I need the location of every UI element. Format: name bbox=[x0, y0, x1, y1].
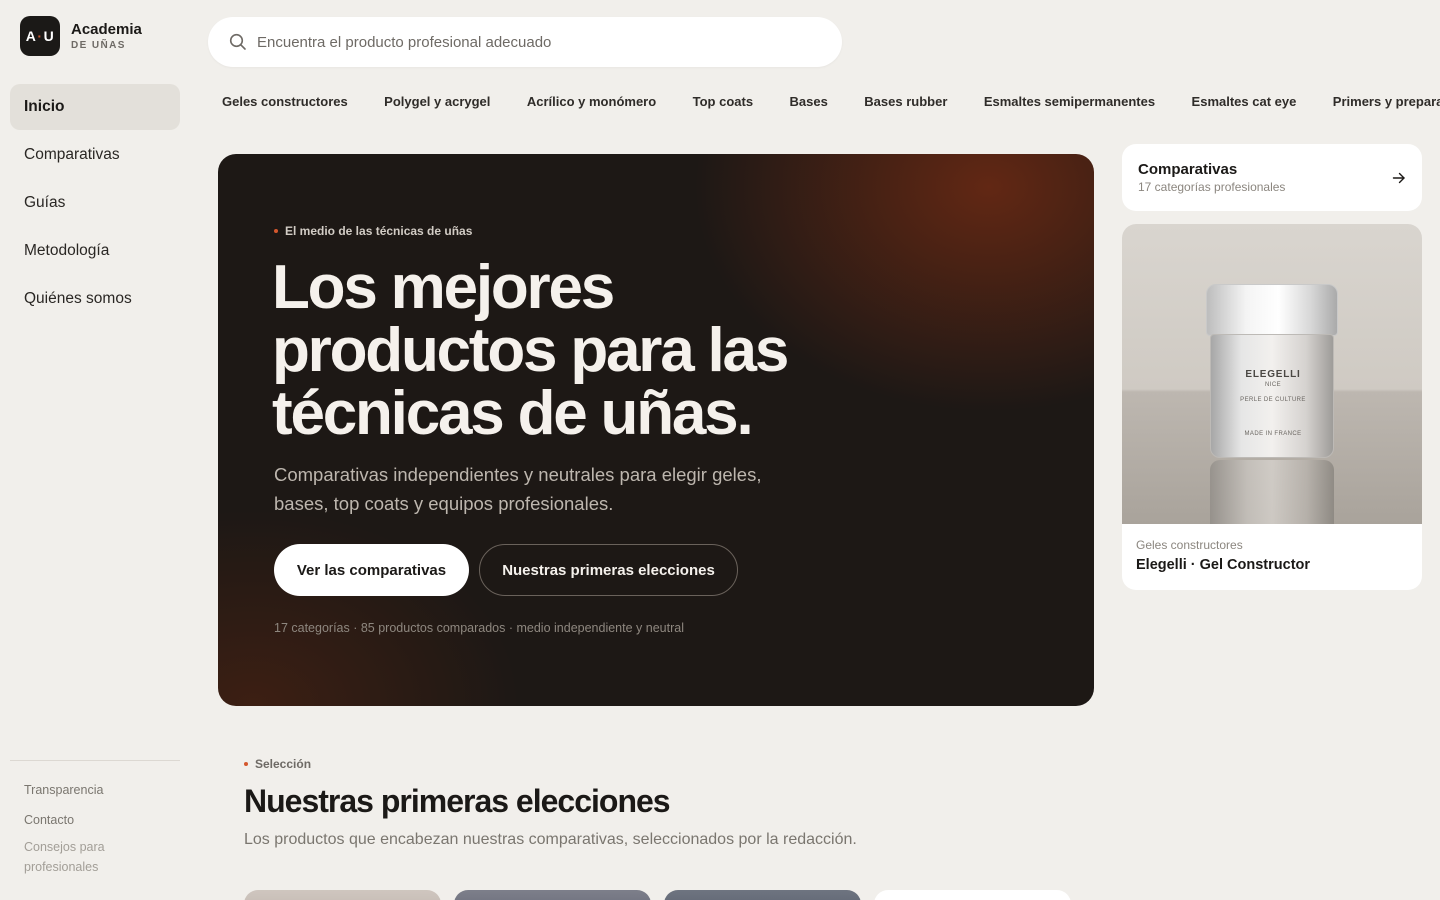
brand-text: Academia DE UÑAS bbox=[71, 21, 142, 52]
selection-card-1[interactable] bbox=[244, 890, 441, 900]
product-name: Elegelli · Gel Constructor bbox=[1136, 557, 1311, 573]
comparisons-card-title: Comparativas bbox=[1138, 161, 1238, 178]
hero-banner: El medio de las técnicas de uñas Los mej… bbox=[218, 154, 1094, 706]
product-image: ELEGELLI NICE PERLE DE CULTURE MADE IN F… bbox=[1122, 224, 1422, 524]
category-bases-rubber[interactable]: Bases rubber bbox=[848, 86, 963, 117]
jar-label-line-1: PERLE DE CULTURE bbox=[1240, 397, 1306, 403]
top-picks-button[interactable]: Nuestras primeras elecciones bbox=[479, 544, 738, 596]
brand-subtitle: DE UÑAS bbox=[71, 39, 126, 51]
view-comparisons-button[interactable]: Ver las comparativas bbox=[274, 544, 469, 596]
hero-title: Los mejores productos para las técnicas … bbox=[272, 253, 789, 448]
category-geles-constructores[interactable]: Geles constructores bbox=[206, 86, 364, 117]
selection-card-2[interactable] bbox=[454, 890, 651, 900]
sidebar: A · U Academia DE UÑAS Inicio Comparativas… bbox=[0, 0, 190, 900]
jar-reflection bbox=[1210, 460, 1334, 524]
selection-eyebrow: Selección bbox=[244, 757, 311, 771]
product-category: Geles constructores bbox=[1136, 538, 1243, 552]
selection-cards bbox=[244, 890, 1071, 900]
jar-lid bbox=[1206, 284, 1338, 336]
hero-subtitle: Comparativas independientes y neutrales … bbox=[274, 464, 762, 514]
category-bases[interactable]: Bases bbox=[774, 86, 844, 117]
nav-item-metodologia[interactable]: Metodología bbox=[10, 228, 180, 274]
brand-logo: A · U bbox=[20, 16, 60, 56]
nav-item-comparativas[interactable]: Comparativas bbox=[10, 132, 180, 178]
comparisons-card[interactable]: Comparativas 17 categorías profesionales bbox=[1122, 144, 1422, 211]
product-info: Geles constructores Elegelli · Gel Const… bbox=[1122, 524, 1422, 587]
nav-item-inicio[interactable]: Inicio bbox=[10, 84, 180, 130]
logo-letter-a: A bbox=[25, 28, 37, 44]
footer-link-consejos[interactable]: Consejos para profesionales bbox=[10, 837, 180, 877]
brand[interactable]: A · U Academia DE UÑAS bbox=[20, 16, 142, 56]
footer-link-transparencia[interactable]: Transparencia bbox=[10, 783, 180, 797]
category-esmaltes-cat-eye[interactable]: Esmaltes cat eye bbox=[1176, 86, 1313, 117]
search-input[interactable] bbox=[257, 33, 797, 51]
category-acrilico[interactable]: Acrílico y monómero bbox=[511, 86, 672, 117]
search-bar[interactable] bbox=[208, 17, 842, 67]
category-esmaltes-semipermanentes[interactable]: Esmaltes semipermanentes bbox=[968, 86, 1171, 117]
hero-meta: 17 categorías · 85 productos comparados … bbox=[274, 621, 684, 635]
selection-subtitle: Los productos que encabezan nuestras com… bbox=[244, 831, 857, 848]
hero-eyebrow: El medio de las técnicas de uñas bbox=[274, 224, 472, 238]
nav-item-quienes-somos[interactable]: Quiénes somos bbox=[10, 276, 180, 322]
footer-link-contacto[interactable]: Contacto bbox=[10, 813, 180, 827]
category-polygel[interactable]: Polygel y acrygel bbox=[368, 86, 506, 117]
jar-body: ELEGELLI NICE PERLE DE CULTURE MADE IN F… bbox=[1210, 334, 1334, 458]
jar-sub-label: NICE bbox=[1265, 382, 1281, 388]
featured-product-card[interactable]: ELEGELLI NICE PERLE DE CULTURE MADE IN F… bbox=[1122, 224, 1422, 590]
search-icon bbox=[229, 33, 246, 50]
selection-card-3[interactable] bbox=[664, 890, 861, 900]
arrow-right-icon bbox=[1392, 172, 1405, 184]
logo-dot: · bbox=[37, 28, 43, 44]
jar-label-line-2: MADE IN FRANCE bbox=[1244, 431, 1302, 437]
logo-letter-u: U bbox=[43, 28, 55, 44]
nav-item-guias[interactable]: Guías bbox=[10, 180, 180, 226]
comparisons-card-subtitle: 17 categorías profesionales bbox=[1138, 180, 1286, 194]
category-primers[interactable]: Primers y preparación bbox=[1317, 86, 1440, 117]
selection-title: Nuestras primeras elecciones bbox=[244, 783, 671, 819]
selection-card-4[interactable] bbox=[874, 890, 1071, 900]
category-top-coats[interactable]: Top coats bbox=[677, 86, 769, 117]
sidebar-footer: Transparencia Contacto Consejos para pro… bbox=[10, 760, 180, 893]
jar-brand-label: ELEGELLI bbox=[1245, 369, 1301, 380]
brand-name: Academia bbox=[71, 20, 142, 38]
product-jar: ELEGELLI NICE PERLE DE CULTURE MADE IN F… bbox=[1206, 284, 1338, 524]
main-nav: Inicio Comparativas Guías Metodología Qu… bbox=[10, 84, 180, 324]
category-bar: Geles constructores Polygel y acrygel Ac… bbox=[206, 86, 1440, 120]
